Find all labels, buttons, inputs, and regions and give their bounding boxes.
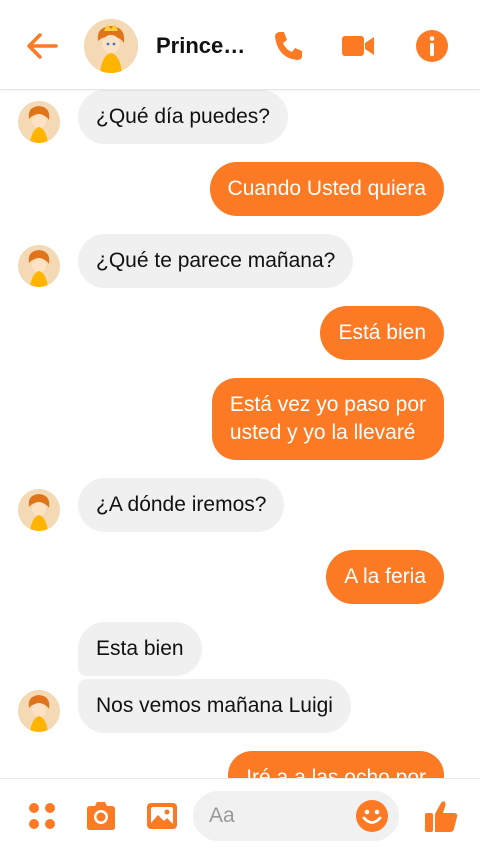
conversation-header: Prince… <box>0 0 480 90</box>
incoming-message[interactable]: ¿A dónde iremos? <box>78 478 285 532</box>
contact-name[interactable]: Prince… <box>156 33 245 59</box>
outgoing-message[interactable]: Está bien <box>320 306 444 360</box>
apps-grid-icon[interactable] <box>25 799 59 833</box>
contact-avatar-small[interactable] <box>18 101 60 143</box>
contact-avatar[interactable] <box>84 19 138 73</box>
video-camera-icon[interactable] <box>340 28 376 64</box>
contact-avatar-small[interactable] <box>18 489 60 531</box>
outgoing-message[interactable]: A la feria <box>326 550 444 604</box>
composer-bar <box>0 778 480 851</box>
message-line: Está vez yo paso por <box>229 393 426 416</box>
phone-icon[interactable] <box>270 28 306 64</box>
image-icon[interactable] <box>145 799 179 833</box>
camera-icon[interactable] <box>84 799 118 833</box>
contact-avatar-small[interactable] <box>18 245 60 287</box>
message-composer[interactable] <box>193 791 399 841</box>
message-list[interactable]: ¿Qué día puedes? Cuando Usted quiera ¿Qu… <box>0 90 480 778</box>
incoming-message[interactable]: ¿Qué día puedes? <box>78 90 288 144</box>
message-input[interactable] <box>209 791 349 841</box>
info-icon[interactable] <box>414 28 450 64</box>
outgoing-message[interactable]: Está vez yo paso por usted y yo la lleva… <box>211 378 444 460</box>
contact-avatar-small[interactable] <box>18 690 60 732</box>
back-arrow-icon[interactable] <box>24 30 60 62</box>
outgoing-message-partial[interactable]: Iré a a las ocho por <box>228 751 444 778</box>
emoji-icon[interactable] <box>355 799 389 833</box>
thumbs-up-icon[interactable] <box>422 797 460 835</box>
outgoing-message[interactable]: Cuando Usted quiera <box>209 162 444 216</box>
incoming-message[interactable]: Nos vemos mañana Luigi <box>78 679 351 733</box>
message-line: usted y yo la llevaré <box>229 421 416 444</box>
incoming-message[interactable]: Esta bien <box>78 622 202 676</box>
incoming-message[interactable]: ¿Qué te parece mañana? <box>78 234 354 288</box>
